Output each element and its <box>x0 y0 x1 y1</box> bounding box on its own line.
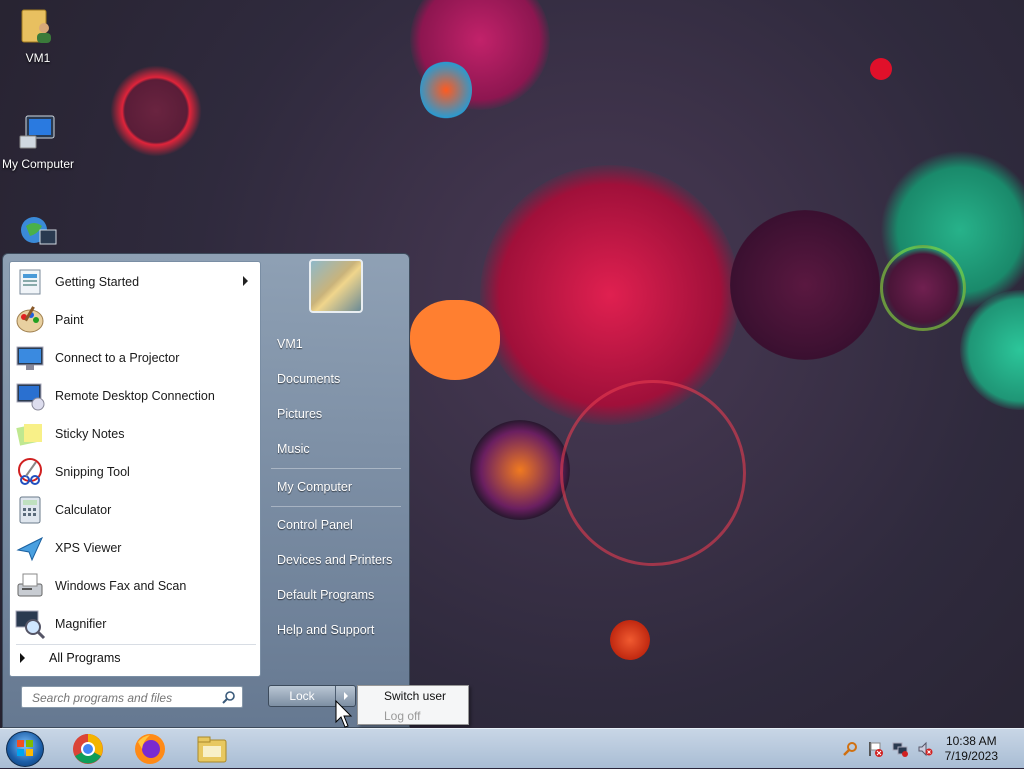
program-paint[interactable]: Paint <box>14 302 256 338</box>
taskbar: 10:38 AM 7/19/2023 <box>0 728 1024 768</box>
file-explorer-icon[interactable] <box>195 732 229 766</box>
right-item-control-panel[interactable]: Control Panel <box>277 518 353 532</box>
windows-logo-icon <box>17 740 33 756</box>
user-folder-icon <box>21 9 51 43</box>
user-picture[interactable] <box>309 259 363 313</box>
desktop-icon-label: My Computer <box>1 157 75 171</box>
program-label: Windows Fax and Scan <box>55 579 187 593</box>
desktop-icon-my-computer[interactable]: My Computer <box>0 112 76 171</box>
lock-button-label[interactable]: Lock <box>269 686 336 706</box>
network-icon[interactable] <box>892 741 908 757</box>
wallpaper-striped-orb <box>880 245 966 331</box>
all-programs-label: All Programs <box>49 651 121 665</box>
program-connect-projector[interactable]: Connect to a Projector <box>14 340 256 376</box>
menu-item-switch-user[interactable]: Switch user <box>384 689 446 703</box>
clock-date: 7/19/2023 <box>944 749 998 763</box>
wallpaper-dot <box>870 58 892 80</box>
right-item-pictures[interactable]: Pictures <box>277 407 322 421</box>
program-label: Paint <box>55 313 84 327</box>
chevron-right-icon <box>343 692 348 700</box>
calculator-icon <box>19 496 41 524</box>
wallpaper-flower-orb <box>470 420 570 520</box>
divider <box>271 468 401 469</box>
desktop-icon-network[interactable] <box>0 212 76 257</box>
mouse-cursor-icon <box>335 700 353 728</box>
search-tray-icon[interactable] <box>843 741 859 757</box>
start-button[interactable] <box>6 731 44 767</box>
fax-scan-icon <box>17 573 43 597</box>
start-menu: Getting Started Paint Connect to a Proje… <box>2 253 410 728</box>
program-label: XPS Viewer <box>55 541 122 555</box>
xps-viewer-icon <box>16 536 44 562</box>
volume-muted-icon[interactable] <box>917 741 933 757</box>
right-item-documents[interactable]: Documents <box>277 372 340 386</box>
menu-item-log-off[interactable]: Log off <box>384 709 420 723</box>
projector-icon <box>16 346 44 370</box>
search-input[interactable] <box>30 688 224 708</box>
program-calculator[interactable]: Calculator <box>14 492 256 528</box>
sticky-notes-icon <box>16 424 42 446</box>
desktop-icon-label: VM1 <box>25 51 51 65</box>
snipping-tool-icon <box>18 458 42 485</box>
getting-started-icon <box>19 269 41 295</box>
wallpaper-hourglass <box>420 60 472 120</box>
wallpaper-sun <box>110 65 202 157</box>
program-sticky-notes[interactable]: Sticky Notes <box>14 416 256 452</box>
right-item-my-computer[interactable]: My Computer <box>277 480 352 494</box>
program-getting-started[interactable]: Getting Started <box>14 264 256 300</box>
wallpaper-orb <box>730 210 880 360</box>
all-programs-button[interactable]: All Programs <box>20 651 121 665</box>
search-box[interactable] <box>21 686 243 708</box>
right-item-default-programs[interactable]: Default Programs <box>277 588 374 602</box>
submenu-arrow-icon <box>243 276 248 286</box>
action-center-flag-icon[interactable] <box>867 741 883 757</box>
right-item-devices-printers[interactable]: Devices and Printers <box>277 553 392 567</box>
firefox-icon[interactable] <box>133 732 167 766</box>
program-label: Magnifier <box>55 617 107 631</box>
program-label: Calculator <box>55 503 112 517</box>
remote-desktop-icon <box>16 383 45 411</box>
program-snipping-tool[interactable]: Snipping Tool <box>14 454 256 490</box>
clock-time: 10:38 AM <box>945 734 997 748</box>
wallpaper-small-orb <box>610 620 650 660</box>
start-menu-programs-pane: Getting Started Paint Connect to a Proje… <box>9 261 261 677</box>
program-windows-fax-scan[interactable]: Windows Fax and Scan <box>14 568 256 604</box>
program-label: Snipping Tool <box>55 465 130 479</box>
program-label: Getting Started <box>55 275 140 289</box>
computer-icon <box>19 115 55 149</box>
right-item-user[interactable]: VM1 <box>277 337 303 351</box>
right-item-music[interactable]: Music <box>277 442 310 456</box>
magnifier-icon <box>15 610 46 640</box>
program-remote-desktop[interactable]: Remote Desktop Connection <box>14 378 256 414</box>
network-globe-icon <box>21 217 57 245</box>
desktop: VM1 My Computer Getting Started Paint Co… <box>0 0 1024 728</box>
search-icon[interactable] <box>222 690 236 704</box>
desktop-icon-vm1[interactable]: VM1 <box>0 6 76 65</box>
program-label: Remote Desktop Connection <box>55 389 215 403</box>
program-magnifier[interactable]: Magnifier <box>14 606 256 642</box>
clock[interactable]: 10:38 AM 7/19/2023 <box>945 734 998 764</box>
program-label: Connect to a Projector <box>55 351 180 365</box>
program-label: Sticky Notes <box>55 427 125 441</box>
power-options-submenu: Switch user Log off <box>357 685 469 725</box>
right-item-help-support[interactable]: Help and Support <box>277 623 374 637</box>
divider <box>16 644 256 645</box>
chrome-icon[interactable] <box>71 732 105 766</box>
wallpaper-ring <box>560 380 746 566</box>
all-programs-arrow-icon <box>20 653 25 663</box>
wallpaper-swirl <box>480 165 740 425</box>
program-xps-viewer[interactable]: XPS Viewer <box>14 530 256 566</box>
divider <box>271 506 401 507</box>
wallpaper-heart <box>410 300 500 380</box>
paint-icon <box>16 306 44 333</box>
